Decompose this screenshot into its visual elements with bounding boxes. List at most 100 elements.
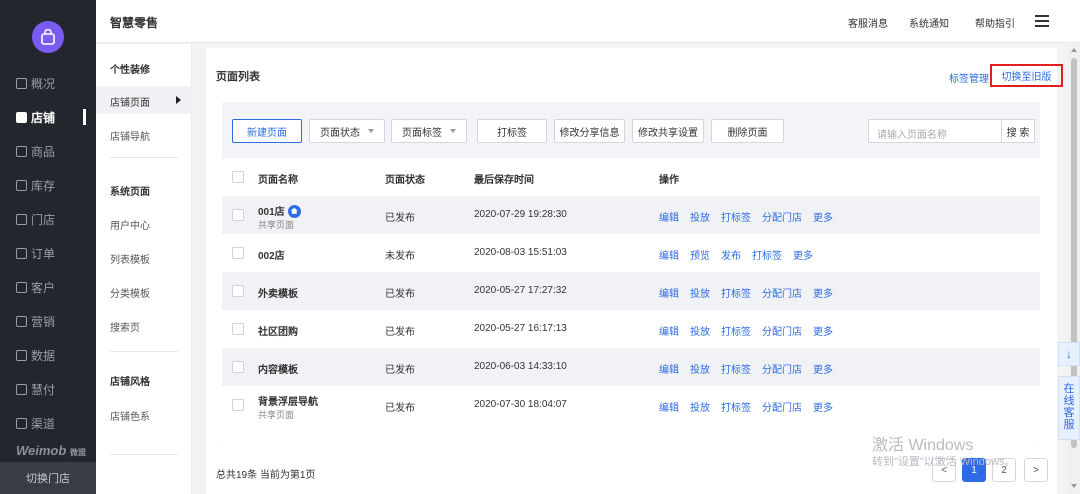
- row-action-link[interactable]: 更多: [813, 365, 833, 376]
- row-action-link[interactable]: 分配门店: [762, 289, 802, 300]
- page-status: 已发布: [385, 403, 415, 414]
- header-link-service[interactable]: 客服消息: [848, 15, 888, 30]
- nav-item-9[interactable]: 慧付: [0, 379, 96, 399]
- tag-action-button[interactable]: 打标签: [477, 119, 547, 143]
- search-input[interactable]: 请输入页面名称: [868, 119, 1002, 143]
- page-name[interactable]: 001店: [258, 203, 301, 219]
- row-checkbox[interactable]: [232, 247, 244, 259]
- row-action-link[interactable]: 编辑: [659, 289, 679, 300]
- row-action-link[interactable]: 分配门店: [762, 365, 802, 376]
- row-action-link[interactable]: 分配门店: [762, 213, 802, 224]
- subnav-item-search-page[interactable]: 搜索页: [110, 319, 140, 334]
- nav-item-label: 客户: [31, 280, 56, 295]
- row-actions: 编辑 投放 打标签 分配门店 更多: [659, 285, 844, 300]
- nav-item-5[interactable]: 订单: [0, 243, 96, 263]
- last-saved-time: 2020-05-27 17:27:32: [474, 285, 567, 296]
- page-name[interactable]: 社区团购: [258, 323, 298, 338]
- row-action-link[interactable]: 打标签: [721, 403, 751, 414]
- row-action-link[interactable]: 分配门店: [762, 327, 802, 338]
- scroll-down-icon[interactable]: [1071, 484, 1077, 488]
- row-action-link[interactable]: 投放: [690, 403, 710, 414]
- switch-old-version-button[interactable]: 切换至旧版: [990, 64, 1063, 87]
- row-action-link[interactable]: 投放: [690, 289, 710, 300]
- last-saved-time: 2020-07-30 18:04:07: [474, 399, 567, 410]
- row-action-link[interactable]: 分配门店: [762, 403, 802, 414]
- switch-store-button[interactable]: 切换门店: [0, 462, 96, 494]
- windows-activation-watermark: 激活 Windows: [872, 437, 974, 454]
- row-action-link[interactable]: 更多: [813, 289, 833, 300]
- tag-management-link[interactable]: 标签管理: [949, 70, 989, 85]
- row-action-link[interactable]: 发布: [721, 251, 741, 262]
- nav-item-1[interactable]: 店铺: [0, 107, 96, 127]
- subnav-item-store-nav[interactable]: 店铺导航: [110, 128, 150, 143]
- page-name[interactable]: 002店: [258, 247, 285, 262]
- header-link-notice[interactable]: 系统通知: [909, 15, 949, 30]
- status-filter-select[interactable]: 页面状态: [309, 119, 385, 143]
- row-action-link[interactable]: 打标签: [721, 289, 751, 300]
- last-saved-time: 2020-08-03 15:51:03: [474, 247, 567, 258]
- row-action-link[interactable]: 预览: [690, 251, 710, 262]
- page-name[interactable]: 外卖模板: [258, 285, 298, 300]
- row-checkbox[interactable]: [232, 209, 244, 221]
- tag-filter-select[interactable]: 页面标签: [391, 119, 467, 143]
- row-action-link[interactable]: 更多: [793, 251, 813, 262]
- subnav-item-color-scheme[interactable]: 店铺色系: [110, 408, 150, 423]
- row-action-link[interactable]: 编辑: [659, 403, 679, 414]
- row-action-link[interactable]: 更多: [813, 213, 833, 224]
- nav-item-10[interactable]: 渠道: [0, 413, 96, 433]
- row-actions: 编辑 投放 打标签 分配门店 更多: [659, 361, 844, 376]
- table-row: 背景浮层导航 共享页面 已发布 2020-07-30 18:04:07 编辑 投放 打标签分…: [222, 386, 1040, 424]
- nav-item-6[interactable]: 客户: [0, 277, 96, 297]
- row-checkbox[interactable]: [232, 323, 244, 335]
- download-float-button[interactable]: ↓: [1058, 342, 1080, 366]
- select-all-checkbox[interactable]: [232, 171, 244, 183]
- row-action-link[interactable]: 编辑: [659, 213, 679, 224]
- nav-item-4[interactable]: 门店: [0, 209, 96, 229]
- subnav-item-user-center[interactable]: 用户中心: [110, 217, 150, 232]
- online-service-float-button[interactable]: 在线客服: [1058, 376, 1080, 440]
- row-action-link[interactable]: 更多: [813, 403, 833, 414]
- order-icon: [16, 247, 27, 259]
- new-page-button[interactable]: 新建页面: [232, 119, 302, 143]
- row-action-link[interactable]: 更多: [813, 327, 833, 338]
- row-checkbox[interactable]: [232, 285, 244, 297]
- row-action-link[interactable]: 打标签: [721, 213, 751, 224]
- edit-share-settings-button[interactable]: 修改共享设置: [632, 119, 704, 143]
- app-logo[interactable]: [32, 21, 64, 53]
- row-action-link[interactable]: 投放: [690, 213, 710, 224]
- subnav-item-category-template[interactable]: 分类模板: [110, 285, 150, 300]
- nav-item-3[interactable]: 库存: [0, 175, 96, 195]
- nav-item-7[interactable]: 营销: [0, 311, 96, 331]
- page-name[interactable]: 背景浮层导航: [258, 393, 318, 408]
- delete-page-button[interactable]: 删除页面: [711, 119, 784, 143]
- row-checkbox[interactable]: [232, 399, 244, 411]
- next-page-button[interactable]: >: [1024, 458, 1048, 482]
- page-name-text: 背景浮层导航: [258, 397, 318, 408]
- scroll-up-icon[interactable]: [1071, 48, 1077, 52]
- row-action-link[interactable]: 打标签: [752, 251, 782, 262]
- edit-share-info-button[interactable]: 修改分享信息: [554, 119, 625, 143]
- pagination-summary: 总共19条 当前为第1页: [216, 470, 316, 481]
- row-action-link[interactable]: 投放: [690, 327, 710, 338]
- row-checkbox[interactable]: [232, 361, 244, 373]
- row-actions: 编辑 投放 打标签 分配门店 更多: [659, 323, 844, 338]
- subnav-item-store-pages[interactable]: 店铺页面: [96, 86, 192, 114]
- subnav-item-list-template[interactable]: 列表模板: [110, 251, 150, 266]
- page-name-text: 社区团购: [258, 327, 298, 338]
- page-name[interactable]: 内容模板: [258, 361, 298, 376]
- row-action-link[interactable]: 打标签: [721, 327, 751, 338]
- nav-item-8[interactable]: 数据: [0, 345, 96, 365]
- table-row: 外卖模板 已发布 2020-05-27 17:27:32 编辑 投放 打标签 分配门店 更多: [222, 272, 1040, 310]
- search-button[interactable]: 搜 索: [1002, 119, 1035, 143]
- nav-item-2[interactable]: 商品: [0, 141, 96, 161]
- chevron-down-icon: [368, 129, 374, 133]
- header-link-help[interactable]: 帮助指引: [975, 15, 1015, 30]
- hamburger-menu-icon[interactable]: [1035, 15, 1049, 27]
- row-action-link[interactable]: 编辑: [659, 251, 679, 262]
- row-action-link[interactable]: 打标签: [721, 365, 751, 376]
- row-action-link[interactable]: 编辑: [659, 327, 679, 338]
- row-action-link[interactable]: 投放: [690, 365, 710, 376]
- divider: [110, 454, 178, 455]
- row-action-link[interactable]: 编辑: [659, 365, 679, 376]
- nav-item-0[interactable]: 概况: [0, 73, 96, 93]
